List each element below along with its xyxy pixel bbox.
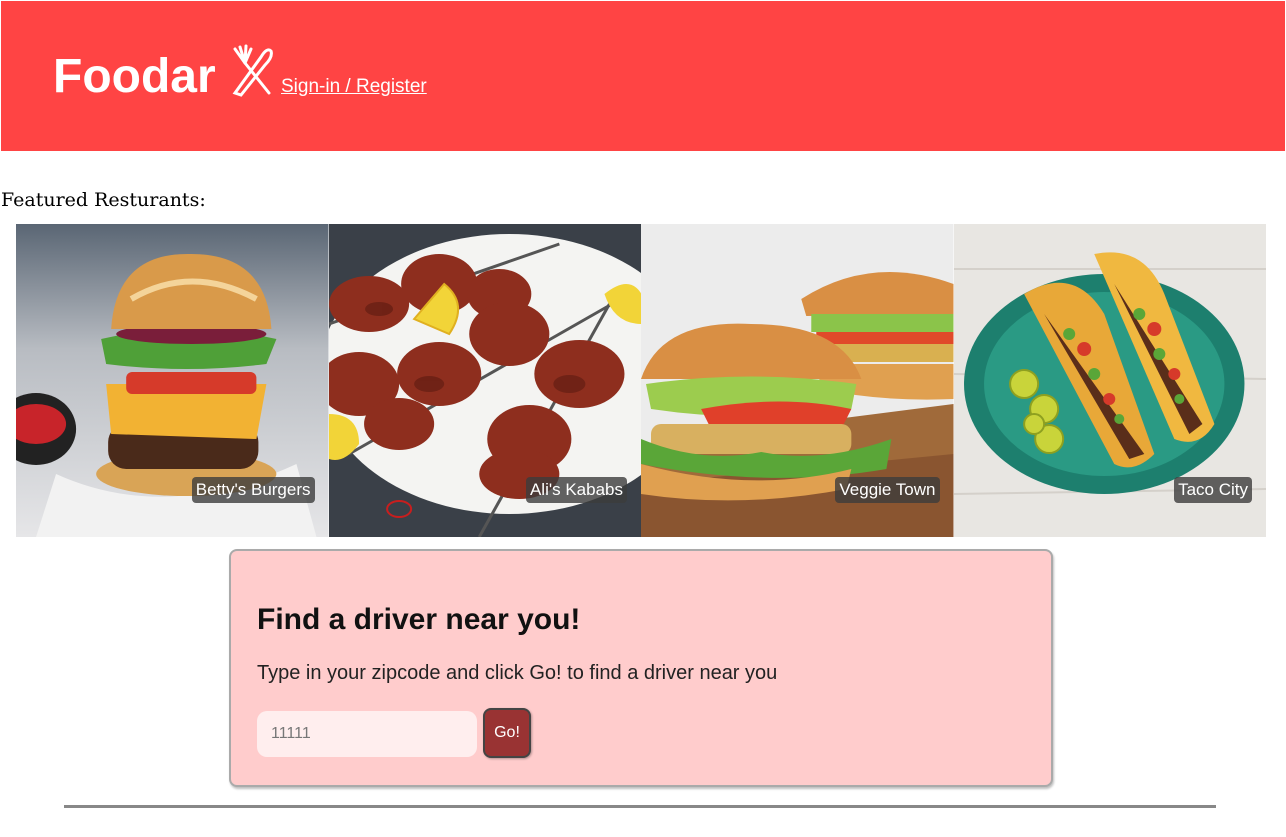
go-button[interactable]: Go! [483,708,531,758]
brand-logo-text[interactable]: Foodar [53,51,216,103]
restaurant-card-bettys-burgers[interactable]: Betty's Burgers [16,224,329,537]
zipcode-input[interactable] [257,711,477,757]
restaurant-name: Taco City [1174,477,1252,503]
restaurant-card-alis-kababs[interactable]: Ali's Kababs [328,224,641,537]
signin-register-link[interactable]: Sign-in / Register [281,76,427,98]
restaurant-name: Ali's Kababs [525,477,627,503]
restaurant-card-taco-city[interactable]: Taco City [953,224,1266,537]
find-driver-title: Find a driver near you! [257,603,581,636]
restaurant-name: Veggie Town [835,477,940,503]
site-header: Foodar Sign-in / Register [1,1,1285,151]
featured-label: Featured Resturants: [1,189,206,211]
find-driver-panel: Find a driver near you! Type in your zip… [229,549,1053,787]
footer-divider [64,805,1216,808]
restaurant-card-veggie-town[interactable]: Veggie Town [641,224,954,537]
find-driver-description: Type in your zipcode and click Go! to fi… [257,662,778,684]
restaurant-name: Betty's Burgers [191,477,315,503]
fork-knife-icon [232,44,273,97]
featured-gallery: Betty's Burgers Ali's Kababs Veggie Town… [16,224,1266,537]
